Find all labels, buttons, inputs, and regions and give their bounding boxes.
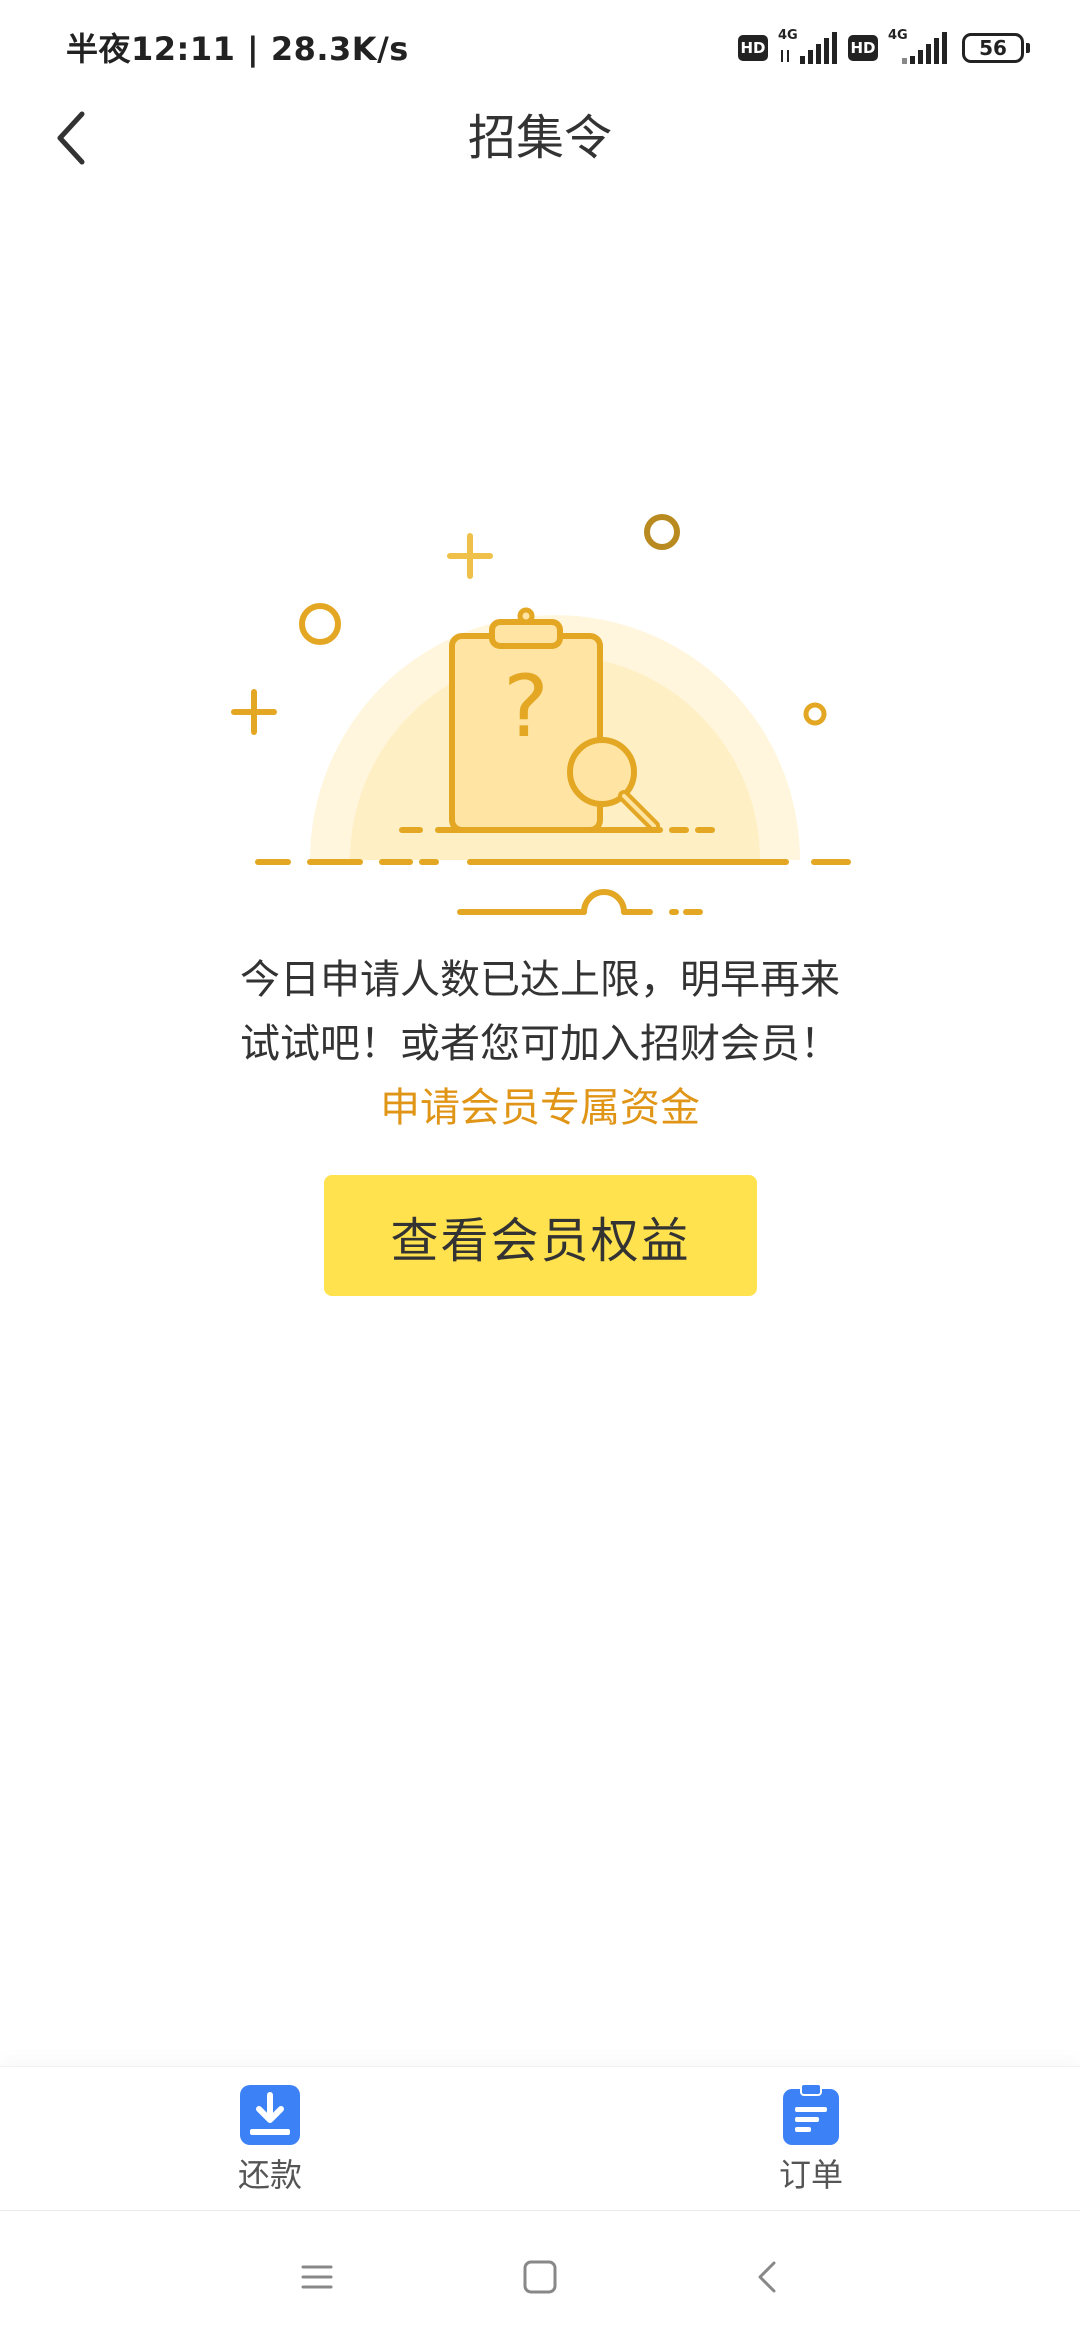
signal-icon-2: 4G bbox=[888, 28, 948, 66]
home-button[interactable] bbox=[504, 2241, 576, 2313]
view-member-benefits-button[interactable]: 查看会员权益 bbox=[324, 1175, 757, 1296]
tab-orders-label: 订单 bbox=[778, 2156, 843, 2194]
hd-badge: HD bbox=[738, 35, 768, 61]
message-line-2: 试试吧！或者您可加入招财会员！ bbox=[240, 1021, 840, 1067]
nav-header: 招集令 bbox=[0, 96, 1080, 180]
empty-state-illustration: ? bbox=[231, 514, 851, 915]
menu-button[interactable] bbox=[281, 2241, 353, 2313]
page: 半夜12:11 | 28.3K/s HD 4G HD 4G 56 招集令 ? 今… bbox=[0, 0, 1080, 2340]
battery-icon: 56 bbox=[962, 33, 1030, 63]
system-navigation-bar bbox=[0, 2210, 1080, 2340]
tab-repayment[interactable]: 还款 bbox=[190, 2083, 350, 2203]
message-line-1: 今日申请人数已达上限，明早再来 bbox=[240, 957, 840, 1003]
svg-text:?: ? bbox=[503, 657, 549, 757]
back-arrow-icon bbox=[758, 2261, 776, 2293]
tab-repayment-label: 还款 bbox=[237, 2156, 302, 2194]
bottom-tab-bar: 还款 订单 bbox=[0, 2066, 1080, 2211]
clipboard-icon bbox=[783, 2083, 839, 2145]
home-icon bbox=[523, 2260, 557, 2294]
empty-state-message: 今日申请人数已达上限，明早再来 试试吧！或者您可加入招财会员！ 申请会员专属资金 bbox=[0, 948, 1080, 1140]
hd-badge-2: HD bbox=[848, 35, 878, 61]
system-back-button[interactable] bbox=[732, 2241, 804, 2313]
status-icons: HD 4G HD 4G 56 bbox=[738, 28, 1030, 68]
menu-icon bbox=[301, 2265, 333, 2289]
status-bar: 半夜12:11 | 28.3K/s HD 4G HD 4G 56 bbox=[0, 0, 1080, 96]
signal-icon: 4G bbox=[778, 28, 838, 66]
member-fund-link[interactable]: 申请会员专属资金 bbox=[0, 1076, 1080, 1140]
page-title: 招集令 bbox=[467, 110, 612, 166]
status-time-speed: 半夜12:11 | 28.3K/s bbox=[66, 30, 409, 68]
download-icon bbox=[240, 2085, 300, 2145]
tab-orders[interactable]: 订单 bbox=[731, 2083, 891, 2203]
